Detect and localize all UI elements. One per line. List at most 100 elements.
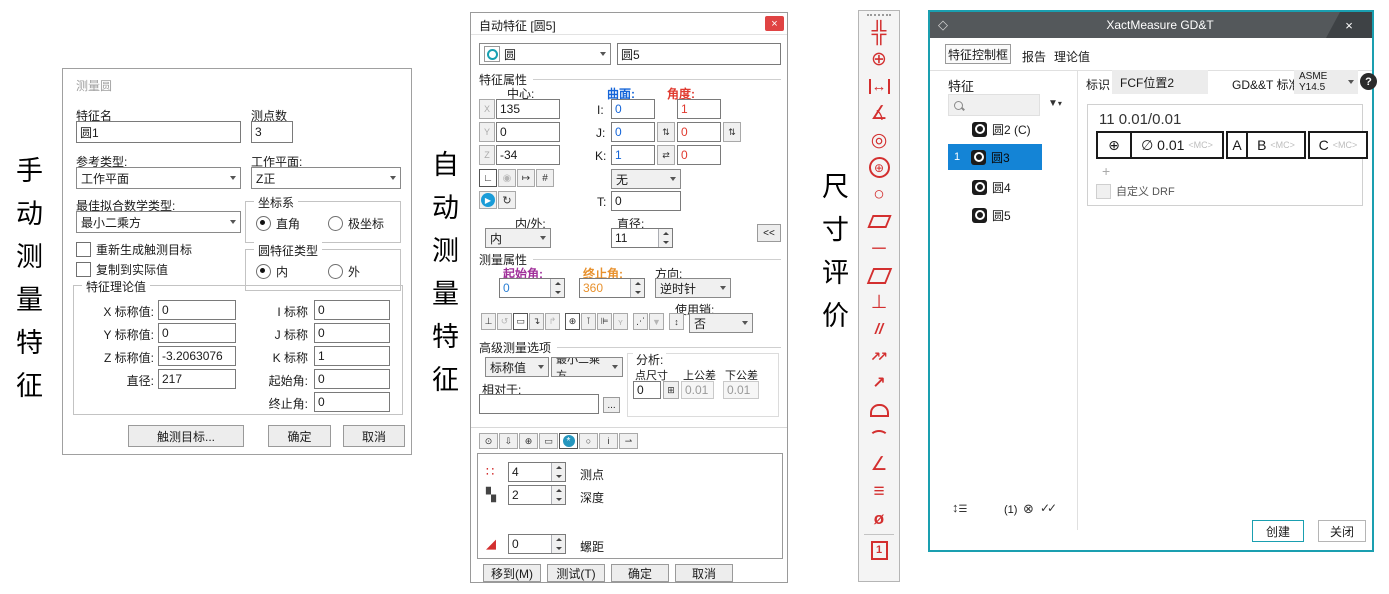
lift-path-icon[interactable]: ↱	[545, 313, 560, 330]
flip-vector-icon[interactable]: ⇅	[657, 122, 675, 142]
angle-j-input[interactable]: 0	[677, 122, 721, 142]
move-to-button[interactable]: 移到(M)	[483, 564, 541, 582]
region-icon[interactable]: ▭	[513, 313, 528, 330]
feature-item[interactable]: 圆4	[948, 174, 1042, 200]
workplane-select[interactable]: Z正	[251, 167, 401, 189]
feature-type-select[interactable]: 圆	[479, 43, 611, 65]
filter-icon[interactable]: ▼	[649, 313, 664, 330]
dual-probe-icon[interactable]: ʏ	[613, 313, 628, 330]
i-nominal-input[interactable]: 0	[314, 300, 390, 320]
center-z-input[interactable]: -34	[496, 145, 560, 165]
direction-select[interactable]: 逆时针	[655, 278, 731, 298]
edge-icon[interactable]: ⊫	[597, 313, 612, 330]
gdt-standard-select[interactable]: ASME Y14.5	[1294, 70, 1358, 94]
tab-fcf[interactable]: 特征控制框	[945, 44, 1011, 64]
feature-item[interactable]: 圆5	[948, 202, 1042, 228]
circularity-icon[interactable]: ○	[873, 181, 884, 208]
parallelism-icon[interactable]: //	[875, 316, 883, 343]
close-icon[interactable]: ×	[765, 16, 784, 31]
touch-icon[interactable]: ⊺	[581, 313, 596, 330]
measure-now-icon[interactable]: ▶	[479, 191, 497, 209]
j-nominal-input[interactable]: 0	[314, 323, 390, 343]
perpendicularity-icon[interactable]: ⊥	[871, 289, 888, 316]
spinner[interactable]	[551, 463, 565, 481]
surface-k-input[interactable]: 1	[611, 145, 655, 165]
tab-probe-toggle-icon[interactable]: ⊙	[479, 433, 498, 449]
feature-name-input[interactable]: 圆1	[76, 121, 241, 143]
regen-targets-checkbox[interactable]: 重新生成触测目标	[76, 241, 192, 258]
ok-button[interactable]: 确定	[611, 564, 669, 582]
flatness-icon[interactable]	[870, 262, 889, 289]
toolbar-grip[interactable]	[867, 14, 891, 16]
pitch-input[interactable]: 0	[508, 534, 566, 554]
num-hits-input[interactable]: 4	[508, 462, 566, 482]
spinner[interactable]	[551, 486, 565, 504]
clear-selection-icon[interactable]: ⊗	[1023, 501, 1034, 517]
cancel-button[interactable]: 取消	[675, 564, 733, 582]
tab-target-icon[interactable]: ⊕	[519, 433, 538, 449]
feature-search-input[interactable]	[948, 94, 1040, 116]
depth-input[interactable]: 2	[508, 485, 566, 505]
fit-mode-select[interactable]: 最小二乘方	[551, 357, 623, 377]
diameter-input[interactable]: 11	[611, 228, 673, 248]
feature-name-input[interactable]: 圆5	[617, 43, 781, 65]
concentricity-icon[interactable]: ◎	[871, 127, 888, 154]
tab-probe-path-icon[interactable]: ⇀	[619, 433, 638, 449]
feature-item[interactable]: 圆2 (C)	[948, 116, 1042, 142]
spinner[interactable]	[551, 535, 565, 553]
create-button[interactable]: 创建	[1252, 520, 1304, 542]
fcf-id-input[interactable]: FCF位置2	[1112, 70, 1208, 94]
scan-points-icon[interactable]: ⋰	[633, 313, 648, 330]
datum-c-cell[interactable]: C<MC>	[1308, 131, 1368, 159]
tolerance-cell[interactable]: ∅ 0.01<MC>	[1130, 131, 1224, 159]
symmetry-icon[interactable]: ≡	[873, 478, 884, 505]
t-input[interactable]: 0	[611, 191, 681, 211]
upper-tol-input[interactable]: 0.01	[681, 381, 714, 399]
ok-button[interactable]: 确定	[268, 425, 331, 447]
start-angle-input[interactable]: 0	[314, 369, 390, 389]
lower-tol-input[interactable]: 0.01	[723, 381, 759, 399]
total-runout-icon[interactable]: ↗↗	[870, 343, 888, 370]
use-pin-select[interactable]: 否	[689, 313, 753, 333]
circular-runout-icon[interactable]: ↗	[872, 370, 885, 397]
return-path-icon[interactable]: ↴	[529, 313, 544, 330]
sort-icon[interactable]: ↕☰	[952, 500, 967, 515]
grid-icon[interactable]: #	[536, 169, 554, 187]
center-y-input[interactable]: 0	[496, 122, 560, 142]
collapse-button[interactable]: <<	[757, 224, 781, 242]
tab-nominals[interactable]: 理论值	[1054, 48, 1090, 65]
radio-polar[interactable]: 极坐标	[328, 215, 384, 232]
cancel-button[interactable]: 取消	[343, 425, 405, 447]
bestfit-select[interactable]: 最小二乘方	[76, 211, 241, 233]
radio-outer[interactable]: 外	[328, 263, 360, 280]
reset-icon[interactable]: ↻	[498, 191, 516, 209]
spinner[interactable]	[550, 279, 564, 297]
radio-inner[interactable]: 内	[256, 263, 288, 280]
point-target-icon[interactable]: ↦	[517, 169, 535, 187]
cylindricity-icon[interactable]	[870, 208, 889, 235]
tab-report[interactable]: 报告	[1022, 48, 1046, 65]
surface-i-input[interactable]: 0	[611, 99, 655, 119]
x-axis-button[interactable]: X	[479, 99, 495, 119]
position-icon[interactable]: ⊕	[871, 46, 887, 73]
angle-icon[interactable]: ∡	[870, 100, 887, 127]
filter-icon[interactable]: ▼▾	[1048, 98, 1062, 109]
read-position-icon[interactable]: ◉	[498, 169, 516, 187]
select-all-icon[interactable]: ✓✓	[1040, 501, 1054, 515]
relative-to-input[interactable]	[479, 394, 599, 414]
distance-icon[interactable]: ↔	[869, 73, 890, 100]
probe-comp-icon[interactable]: ⊞	[663, 381, 679, 399]
copy-to-actuals-checkbox[interactable]: 复制到实际值	[76, 261, 168, 278]
surface-j-input[interactable]: 0	[611, 122, 655, 142]
radio-rectangular[interactable]: 直角	[256, 215, 300, 232]
start-angle-input[interactable]: 0	[499, 278, 565, 298]
tab-ellipse-icon[interactable]: ○	[579, 433, 598, 449]
angle-k-input[interactable]: 0	[677, 145, 721, 165]
straightness-icon[interactable]: ─	[872, 235, 885, 262]
spinner[interactable]	[658, 229, 672, 247]
diameter-icon[interactable]: ø	[874, 505, 884, 532]
feature-item-selected[interactable]: 1 圆3	[948, 144, 1042, 170]
z-axis-button[interactable]: Z	[479, 145, 495, 165]
close-button[interactable]: 关闭	[1318, 520, 1366, 542]
add-segment-icon[interactable]: +	[1102, 163, 1110, 179]
